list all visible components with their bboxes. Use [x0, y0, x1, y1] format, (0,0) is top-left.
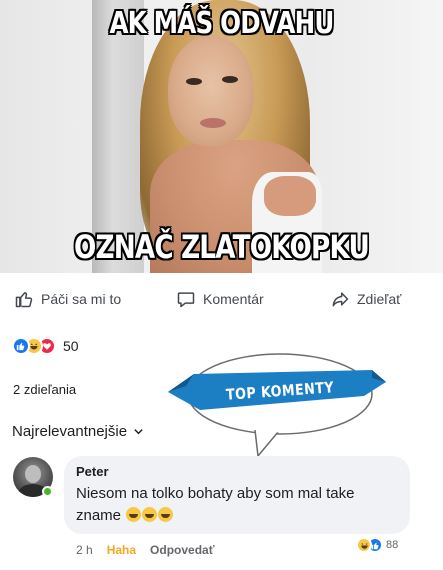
- comment-reply-button[interactable]: Odpovedať: [150, 543, 214, 557]
- hand: [264, 176, 316, 216]
- meme-top-text: AK MÁŠ ODVAHU: [109, 6, 334, 41]
- reaction-summary[interactable]: 50: [12, 336, 79, 356]
- laughing-emoji-icon: [158, 507, 174, 522]
- chevron-down-icon: [134, 429, 143, 435]
- comment-reaction-count: 88: [386, 539, 399, 551]
- comment-author[interactable]: Peter: [76, 464, 398, 479]
- speech-bubble-icon: [168, 353, 386, 457]
- woman-face: [168, 36, 254, 146]
- top-comments-banner: TOP KOMENTY: [160, 352, 390, 462]
- share-count[interactable]: 2 zdieľania: [13, 382, 76, 397]
- thumbs-up-icon: [15, 292, 33, 308]
- comment-bubble: Peter Niesom na tolko bohaty aby som mal…: [64, 456, 410, 534]
- post-action-bar: Páči sa mi to Komentár Zdieľať: [0, 276, 443, 324]
- haha-reaction-icon: [356, 537, 372, 553]
- laughing-emoji-icon: [126, 507, 142, 522]
- right-eye: [222, 76, 238, 83]
- share-button[interactable]: Zdieľať: [330, 289, 401, 309]
- online-status-dot: [42, 486, 53, 497]
- comment-meta: 2 h Haha Odpovedať: [76, 542, 214, 558]
- reaction-count: 50: [63, 338, 79, 354]
- comment-text: Niesom na tolko bohaty aby som mal take …: [76, 483, 398, 527]
- share-arrow-icon: [332, 292, 349, 307]
- comment-bubble-icon: [177, 292, 195, 308]
- comment-body: Niesom na tolko bohaty aby som mal take …: [76, 485, 355, 524]
- share-button-label: Zdieľať: [357, 291, 402, 307]
- comment-sort-dropdown[interactable]: Najrelevantnejšie: [12, 423, 144, 440]
- like-button[interactable]: Páči sa mi to: [14, 289, 121, 309]
- comment-button[interactable]: Komentár: [176, 289, 264, 309]
- laughing-emoji-icon: [142, 507, 158, 522]
- like-button-label: Páči sa mi to: [41, 291, 122, 307]
- comment-time[interactable]: 2 h: [76, 543, 93, 557]
- like-reaction-icon: [12, 337, 30, 355]
- sort-label: Najrelevantnejšie: [12, 423, 128, 440]
- post-image[interactable]: AK MÁŠ ODVAHU OZNAČ ZLATOKOPKU: [0, 0, 443, 273]
- left-eye: [186, 78, 202, 85]
- lips: [200, 118, 226, 128]
- comment-haha-button[interactable]: Haha: [107, 543, 136, 557]
- comment-button-label: Komentár: [203, 291, 264, 307]
- meme-bottom-text: OZNAČ ZLATOKOPKU: [74, 228, 370, 266]
- comment-reaction-summary[interactable]: 88: [356, 536, 398, 554]
